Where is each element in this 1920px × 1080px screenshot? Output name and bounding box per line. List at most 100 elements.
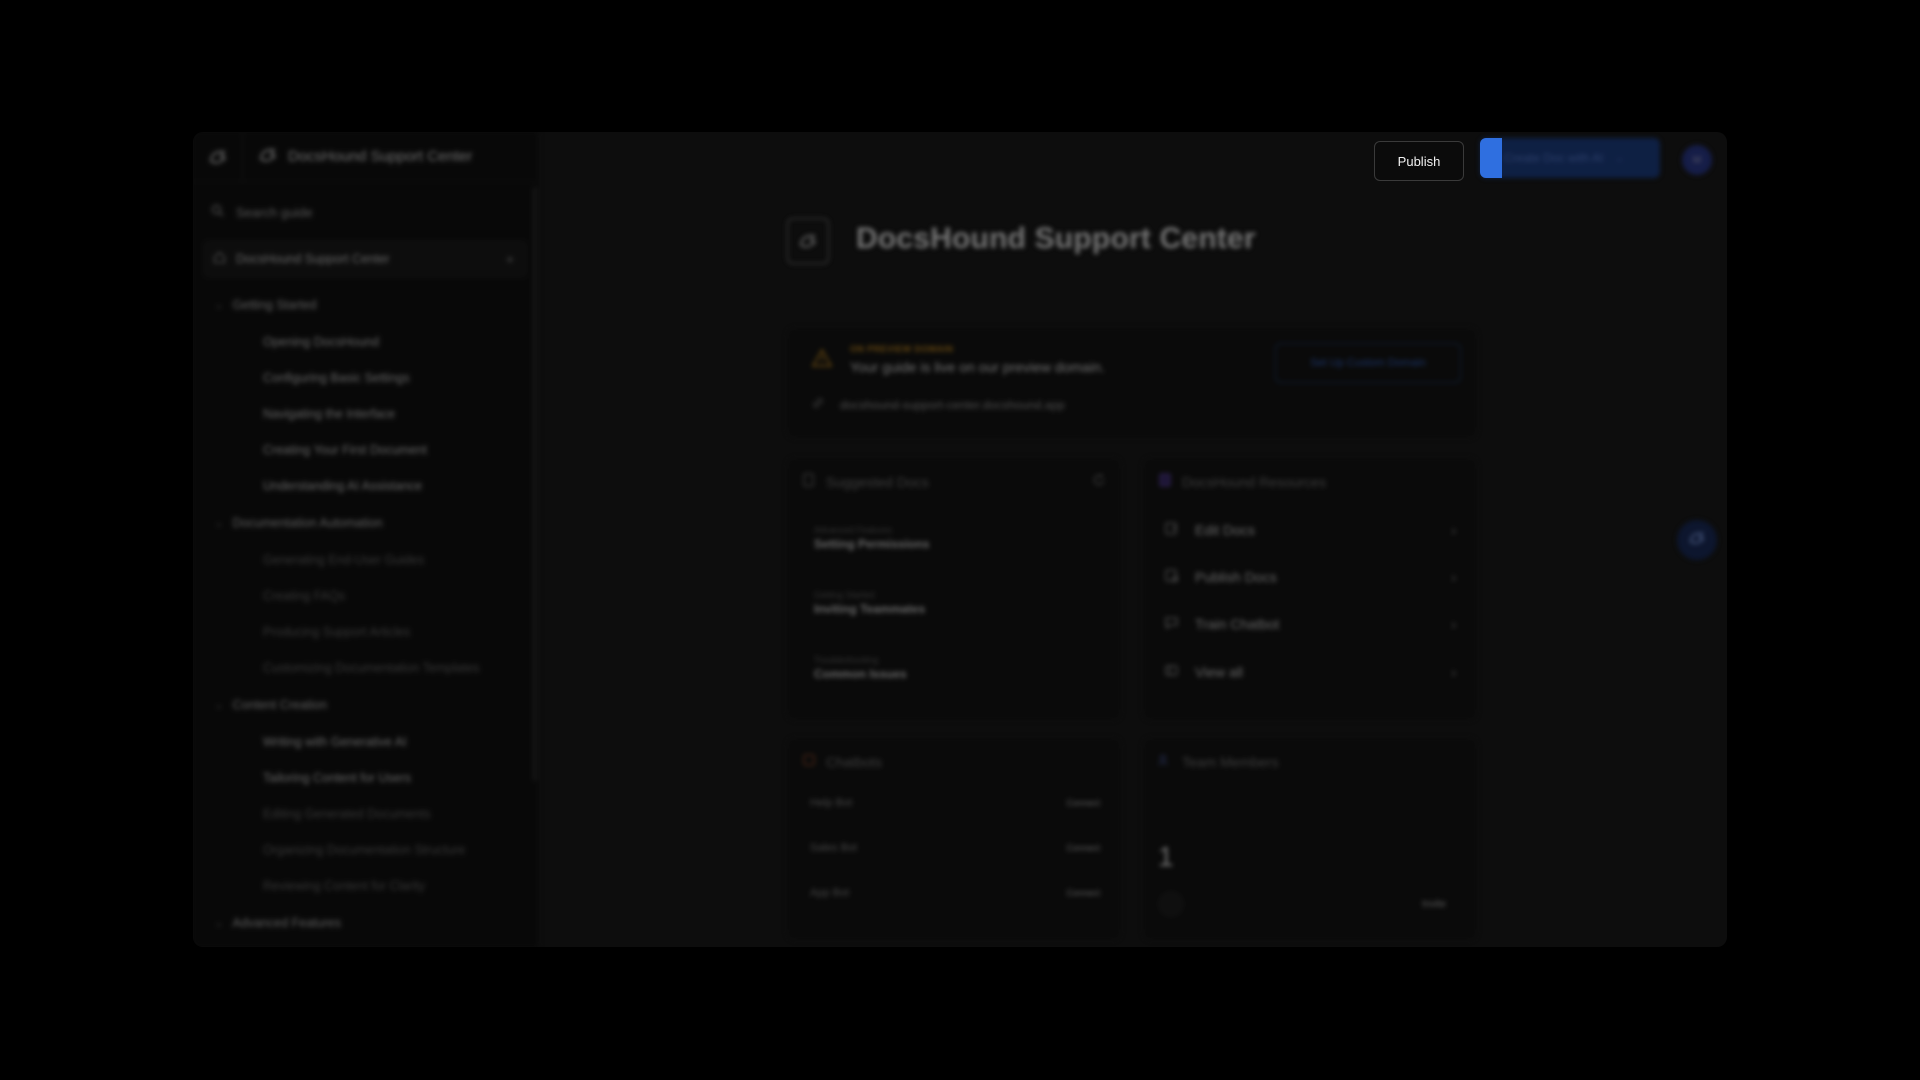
sidebar-item[interactable]: Navigating the Interface [193,396,538,432]
sidebar-item[interactable]: Generating End-User Guides [193,542,538,578]
sidebar-scrollbar[interactable] [533,187,537,781]
resource-label: Edit Docs [1195,522,1255,538]
sidebar-section-getting-started[interactable]: ⌄ Getting Started [193,286,538,324]
create-doc-button-highlight[interactable] [1480,138,1502,178]
resource-item-train-chatbot[interactable]: Train Chatbot › [1160,601,1460,647]
suggested-doc-item[interactable]: Advanced Features Setting Permissions [814,525,929,551]
publish-button[interactable]: Publish [1374,141,1464,181]
sidebar-item[interactable]: Tailoring Content for Users [193,760,538,796]
resource-item-edit-docs[interactable]: Edit Docs › [1160,507,1460,553]
chevron-down-icon: ⌄ [215,517,223,528]
create-doc-button[interactable]: Create Doc with AI ⌄ [1480,138,1660,178]
resource-label: Train Chatbot [1195,616,1280,632]
section-label: Advanced Features [232,916,341,930]
preview-message: Your guide is live on our preview domain… [850,359,1105,375]
search-input[interactable]: Search guide [203,194,528,230]
resource-item-publish-docs[interactable]: Publish Docs › [1160,554,1460,600]
sidebar-title[interactable]: DocsHound Support Center [288,148,472,165]
sidebar-item[interactable]: Understanding AI Assistance [193,468,538,504]
suggested-doc-name: Inviting Teammates [814,602,926,616]
sidebar-item[interactable]: Editing Generated Documents [193,796,538,832]
member-avatar [1158,891,1184,917]
suggested-doc-name: Common Issues [814,667,907,681]
chevron-right-icon: › [1451,616,1456,632]
preview-url[interactable]: docshound-support-center.docshound.app [840,398,1065,412]
resource-label: View all [1195,664,1243,680]
card-title: Chatbots [826,753,883,770]
sidebar-home-item[interactable]: DocsHound Support Center + [203,240,528,278]
sidebar-item[interactable]: Organizing Documentation Structure [193,832,538,868]
search-icon [211,204,224,220]
chatbot-name: App Bot [810,887,850,899]
suggested-doc-category: Troubleshooting [814,655,879,665]
avatar[interactable]: M [1682,145,1712,175]
add-icon[interactable]: + [506,251,514,267]
search-placeholder: Search guide [236,204,313,220]
sidebar-item[interactable]: Creating FAQs [193,578,538,614]
invite-button[interactable]: Invite [1422,899,1446,910]
connect-button[interactable]: Connect [1066,888,1100,898]
sidebar-item[interactable]: Customizing Documentation Templates [193,650,538,686]
chevron-right-icon: › [1451,664,1456,680]
chevron-down-icon: ⌄ [215,917,223,928]
chat-fab-button[interactable] [1677,520,1717,560]
custom-domain-button[interactable]: Set Up Custom Domain [1275,343,1461,383]
card-title: Suggested Docs [826,473,929,490]
chatbot-name: Help Bot [810,797,853,809]
chevron-down-icon: ⌄ [215,699,223,710]
suggested-doc-category: Advanced Features [814,525,893,535]
sidebar-item[interactable]: Creating Your First Document [193,432,538,468]
logo-icon[interactable] [193,132,243,182]
publish-icon [1164,568,1179,586]
section-label: Getting Started [232,298,317,312]
suggested-docs-icon [802,473,816,490]
sidebar-header: DocsHound Support Center [193,132,538,182]
resource-label: Publish Docs [1195,569,1277,585]
card-title: DocsHound Resources [1182,473,1326,490]
chevron-down-icon: ⌄ [215,299,223,310]
book-icon [1158,473,1172,490]
preview-domain-card: ON PREVIEW DOMAIN Your guide is live on … [787,328,1477,438]
link-icon [812,397,824,412]
grid-icon [1164,663,1179,681]
suggested-docs-card: Suggested Docs Advanced Features Setting… [787,458,1121,720]
section-label: Documentation Automation [232,516,383,530]
publish-button-wrapper: Publish [1359,138,1479,184]
sidebar-section-content-creation[interactable]: ⌄ Content Creation [193,686,538,724]
chatbots-card: Chatbots Help Bot Connect Sales Bot Conn… [787,738,1121,940]
preview-tag: ON PREVIEW DOMAIN [850,344,954,354]
chatbot-logo-icon [1688,530,1706,551]
sidebar-item[interactable]: Opening DocsHound [193,324,538,360]
page-title: DocsHound Support Center [856,222,1256,255]
guide-icon [787,218,829,264]
app-window: DocsHound Support Center Search guide Do… [193,132,1727,947]
chat-icon [1164,615,1179,633]
home-icon [213,251,226,267]
sidebar-section-documentation-automation[interactable]: ⌄ Documentation Automation [193,504,538,542]
sidebar-item[interactable]: Producing Support Articles [193,614,538,650]
sidebar: DocsHound Support Center Search guide Do… [193,132,539,947]
resource-item-view-all[interactable]: View all › [1160,649,1460,695]
sidebar-item[interactable]: Configuring Basic Settings [193,360,538,396]
sidebar-home-label: DocsHound Support Center [236,252,390,266]
suggested-doc-item[interactable]: Troubleshooting Common Issues [814,655,907,681]
connect-button[interactable]: Connect [1066,843,1100,853]
chatbot-row: Help Bot Connect [810,797,1100,809]
suggested-doc-category: Getting Started [814,590,875,600]
card-title: Team Members [1182,753,1279,770]
team-members-card: Team Members 1 Invite [1143,738,1477,940]
section-label: Content Creation [232,698,328,712]
chatbot-icon [802,753,816,770]
sidebar-item[interactable]: Reviewing Content for Clarity [193,868,538,904]
connect-button[interactable]: Connect [1066,798,1100,808]
sidebar-section-advanced-features[interactable]: ⌄ Advanced Features [193,904,538,942]
sidebar-item[interactable]: Writing with Generative AI [193,724,538,760]
refresh-icon[interactable] [1092,473,1106,492]
create-doc-label: Create Doc with AI [1504,151,1604,165]
edit-icon [1164,521,1179,539]
suggested-doc-item[interactable]: Getting Started Inviting Teammates [814,590,925,616]
resources-card: DocsHound Resources Edit Docs › Publish … [1143,458,1477,720]
chevron-right-icon: › [1451,522,1456,538]
team-icon [1158,753,1172,770]
chatbot-name: Sales Bot [810,842,858,854]
